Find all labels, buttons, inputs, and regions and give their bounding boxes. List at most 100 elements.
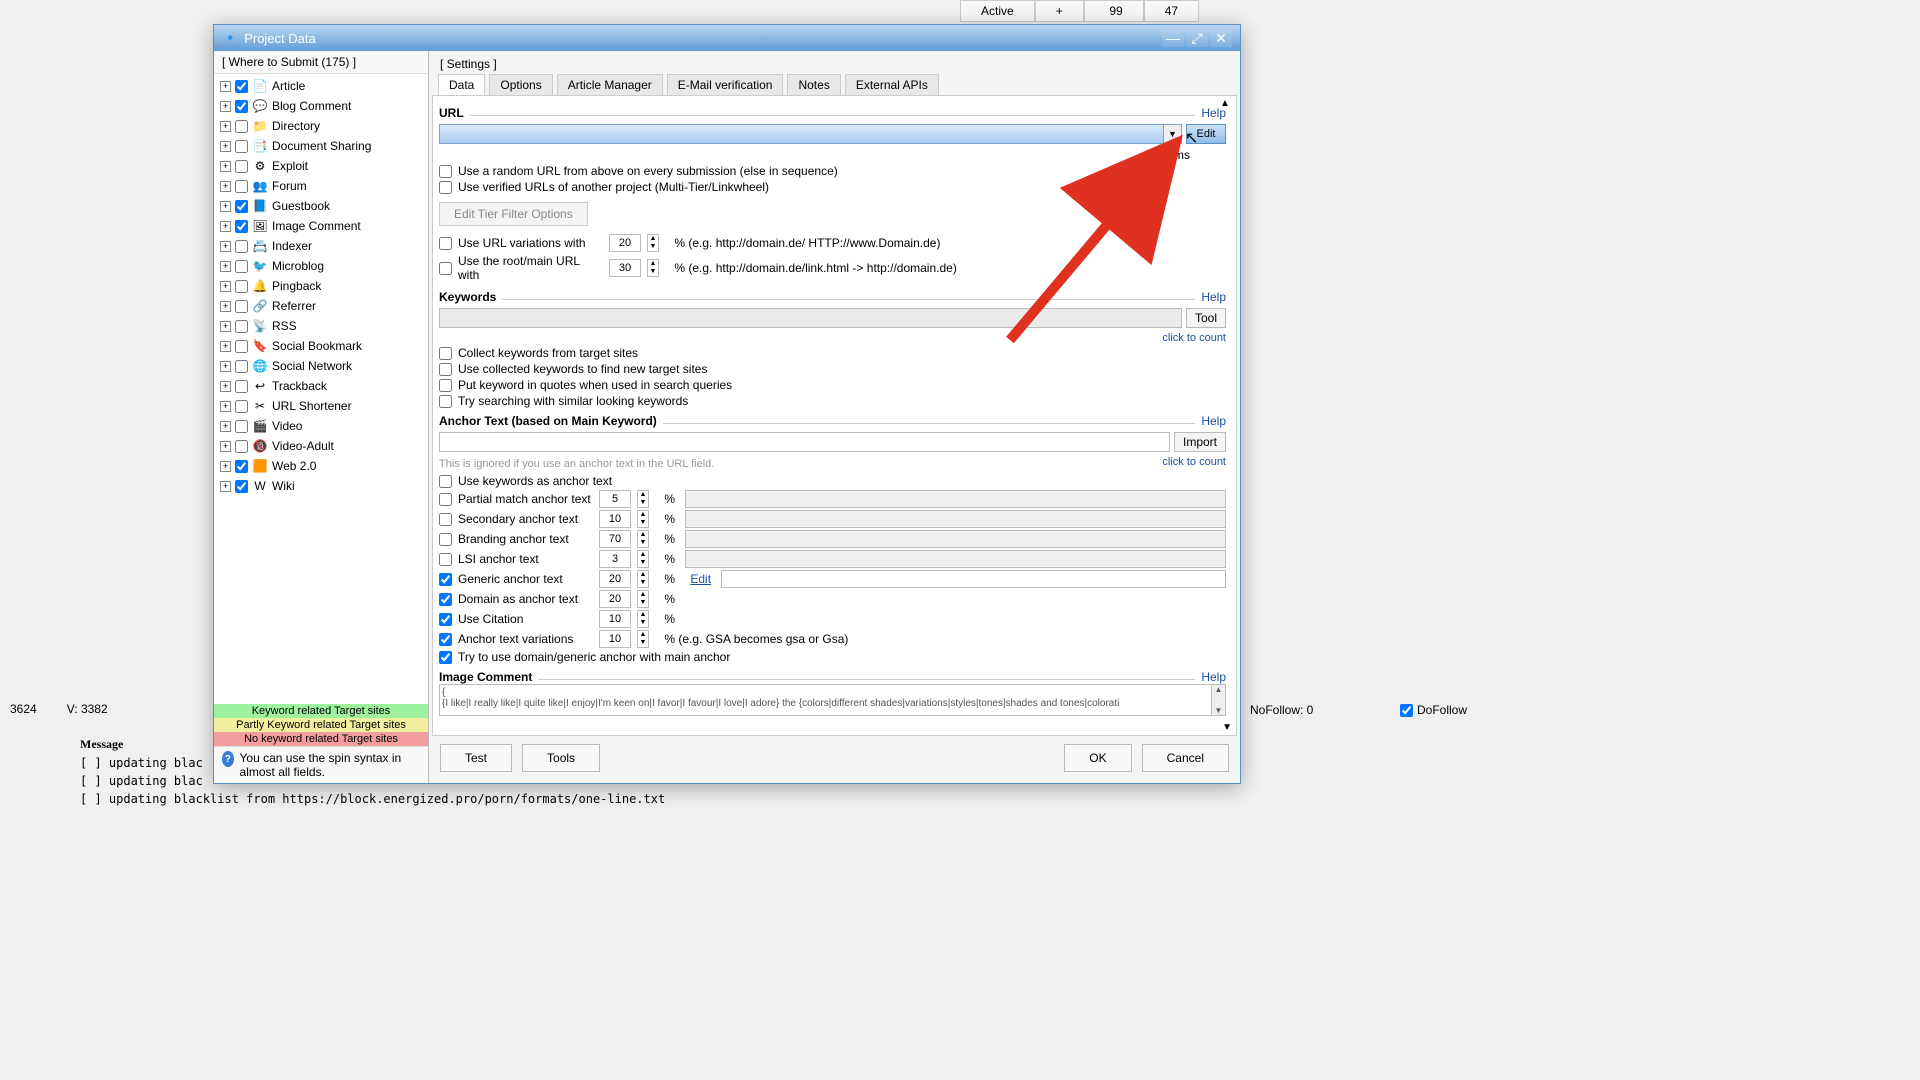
anchor-count[interactable]: click to count [1162,456,1226,472]
tab-data[interactable]: Data [438,74,485,95]
minimize-button[interactable]: — [1162,29,1184,47]
spinner-icon[interactable]: ▲▼ [637,530,649,548]
spinner-icon[interactable]: ▲▼ [637,630,649,648]
url-variations-value[interactable] [609,234,641,252]
tree-item[interactable]: +📡RSS [214,316,428,336]
img-comment-box[interactable]: {{I like|I really like|I quite like|I en… [439,684,1226,716]
tools-button[interactable]: Tools [522,744,600,772]
tree-check[interactable] [235,160,248,173]
tree-item[interactable]: +👥Forum [214,176,428,196]
kw-similar-check[interactable] [439,395,452,408]
bg-tab-active[interactable]: Active [960,0,1035,22]
img-help[interactable]: Help [1201,670,1226,684]
tree-item[interactable]: +🔖Social Bookmark [214,336,428,356]
tab-options[interactable]: Options [489,74,552,95]
expand-icon[interactable]: + [220,381,231,392]
tree-check[interactable] [235,300,248,313]
anchor-pct[interactable] [599,510,631,528]
url-combo[interactable] [439,124,1164,144]
tree-item[interactable]: +🔞Video-Adult [214,436,428,456]
scroll-hint[interactable]: ▲ [1218,98,1232,109]
tree-check[interactable] [235,180,248,193]
expand-icon[interactable]: + [220,161,231,172]
anchor-pct[interactable] [599,550,631,568]
tree-check[interactable] [235,220,248,233]
tree-item[interactable]: +🐦Microblog [214,256,428,276]
tree-check[interactable] [235,240,248,253]
anchor-pct[interactable] [599,610,631,628]
spinner-icon[interactable]: ▲▼ [637,510,649,528]
tree-check[interactable] [235,440,248,453]
tab-external-apis[interactable]: External APIs [845,74,939,95]
anchor-pct[interactable] [599,490,631,508]
url-variations-check[interactable] [439,237,452,250]
maximize-button[interactable]: ⤢ [1186,29,1208,47]
expand-icon[interactable]: + [220,221,231,232]
url-root-check[interactable] [439,262,452,275]
cancel-button[interactable]: Cancel [1142,744,1229,772]
anchor-import-button[interactable]: Import [1174,432,1226,452]
keywords-input[interactable] [439,308,1182,328]
tree-item[interactable]: +🎬Video [214,416,428,436]
tree-check[interactable] [235,380,248,393]
tree-check[interactable] [235,400,248,413]
bg-tab-add[interactable]: + [1035,0,1084,22]
tree-check[interactable] [235,460,248,473]
tree-check[interactable] [235,280,248,293]
anchor-text-input[interactable] [685,550,1226,568]
tree-check[interactable] [235,260,248,273]
expand-icon[interactable]: + [220,201,231,212]
close-button[interactable]: ✕ [1210,29,1232,47]
expand-icon[interactable]: + [220,301,231,312]
tree-item[interactable]: +📑Document Sharing [214,136,428,156]
anchor-edit-link[interactable]: Edit [690,572,711,586]
anchor-row-check[interactable] [439,493,452,506]
anchor-row-check[interactable] [439,533,452,546]
ok-button[interactable]: OK [1064,744,1131,772]
tree-item[interactable]: +🟧Web 2.0 [214,456,428,476]
anchor-row-check[interactable] [439,633,452,646]
anchor-row-check[interactable] [439,593,452,606]
submit-tree[interactable]: +📄Article+💬Blog Comment+📁Directory+📑Docu… [214,74,428,704]
tree-item[interactable]: +⚙Exploit [214,156,428,176]
anchor-text-input[interactable] [685,490,1226,508]
expand-icon[interactable]: + [220,181,231,192]
textarea-scroll[interactable]: ▲▼ [1211,685,1225,715]
tree-check[interactable] [235,340,248,353]
bg-dofollow[interactable]: DoFollow [1400,703,1467,717]
tree-item[interactable]: +📘Guestbook [214,196,428,216]
anchor-pct[interactable] [599,590,631,608]
spinner-icon[interactable]: ▲▼ [637,490,649,508]
tree-check[interactable] [235,200,248,213]
kw-tool-button[interactable]: Tool [1186,308,1226,328]
expand-icon[interactable]: + [220,101,231,112]
anchor-text-input[interactable] [685,510,1226,528]
titlebar[interactable]: 🔹 Project Data — ⤢ ✕ [214,25,1240,51]
anchor-text-input[interactable] [721,570,1226,588]
tree-item[interactable]: +🔗Referrer [214,296,428,316]
expand-icon[interactable]: + [220,421,231,432]
spinner-icon[interactable]: ▲▼ [637,590,649,608]
test-button[interactable]: Test [440,744,512,772]
tree-item[interactable]: +📄Article [214,76,428,96]
anchor-help[interactable]: Help [1201,414,1226,428]
tree-check[interactable] [235,100,248,113]
anchor-pct[interactable] [599,570,631,588]
expand-icon[interactable]: + [220,121,231,132]
expand-icon[interactable]: + [220,441,231,452]
url-dropdown-icon[interactable]: ▼ [1164,124,1182,144]
anchor-pct[interactable] [599,530,631,548]
url-root-value[interactable] [609,259,641,277]
spinner-icon[interactable]: ▲▼ [637,550,649,568]
kw-usecollected-check[interactable] [439,363,452,376]
scroll-down-icon[interactable]: ▼ [1222,722,1232,733]
tree-item[interactable]: +🖼Image Comment [214,216,428,236]
anchor-row-check[interactable] [439,613,452,626]
tree-item[interactable]: +🔔Pingback [214,276,428,296]
spinner-icon[interactable]: ▲▼ [637,610,649,628]
tab-article-manager[interactable]: Article Manager [557,74,663,95]
tree-item[interactable]: +WWiki [214,476,428,496]
expand-icon[interactable]: + [220,401,231,412]
expand-icon[interactable]: + [220,341,231,352]
tree-check[interactable] [235,140,248,153]
